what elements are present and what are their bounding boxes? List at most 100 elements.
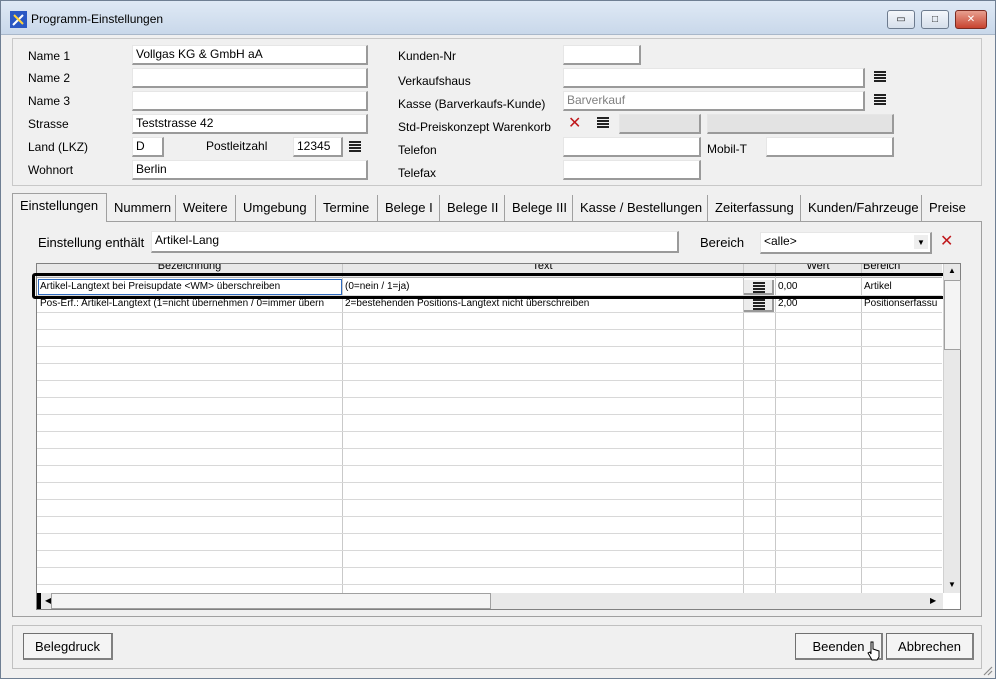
row-text: 2=bestehenden Positions-Langtext nicht ü… [345,298,590,309]
street-field[interactable]: Teststrasse 42 [132,114,368,134]
row-highlight-frame [32,273,947,299]
tab-zeiterfassung[interactable]: Zeiterfassung [708,195,801,221]
filter-contains-field[interactable]: Artikel-Lang [151,231,679,253]
row-wert[interactable]: 2,00 [778,298,858,309]
row-detail-button[interactable] [744,297,774,312]
name1-field[interactable]: Vollgas KG & GmbH aA [132,45,368,65]
empty-row [37,517,942,534]
empty-row [37,568,942,585]
tab-kunden-fahrzeuge[interactable]: Kunden/Fahrzeuge [801,195,922,221]
verkaufshaus-field[interactable] [563,68,865,88]
column-header-wert[interactable]: Wert [775,264,861,272]
bereich-label: Bereich [700,235,745,250]
close-icon: ✕ [966,14,976,25]
empty-row [37,398,942,415]
tab-belege-1[interactable]: Belege I [378,195,440,221]
minimize-button[interactable]: ▭ [887,10,915,29]
zip-lookup-icon[interactable] [349,141,361,153]
verkaufshaus-lookup-icon[interactable] [874,71,886,83]
empty-row [37,432,942,449]
empty-row [37,347,942,364]
empty-row [37,381,942,398]
mobil-field[interactable] [766,137,894,157]
kasse-field[interactable]: Barverkauf [563,91,865,111]
empty-row [37,483,942,500]
horizontal-scrollbar[interactable]: ◀ ▶ [37,593,943,609]
empty-row [37,551,942,568]
preiskonzept-lookup-icon[interactable] [597,117,609,129]
mobil-label: Mobil-T [707,142,748,156]
maximize-icon: □ [931,14,939,25]
vertical-scroll-thumb[interactable] [944,280,961,350]
kasse-lookup-icon[interactable] [874,94,886,106]
title-bar: Programm-Einstellungen ▭ □ ✕ [1,1,995,35]
zip-label: Postleitzahl [206,139,268,153]
city-label: Wohnort [28,163,74,177]
telefax-label: Telefax [398,166,437,180]
list-icon [753,299,765,311]
country-label: Land (LKZ) [28,140,89,154]
clear-filter-icon[interactable]: ✕ [940,234,953,250]
close-window-button[interactable]: ✕ [955,10,987,29]
filter-contains-label: Einstellung enthält [38,235,145,250]
name2-field[interactable] [132,68,368,88]
country-field[interactable]: D [132,137,164,157]
abbrechen-button[interactable]: Abbrechen [886,633,974,660]
empty-row [37,449,942,466]
tab-bar: Einstellungen Nummern Weitere Umgebung T… [12,193,982,222]
mouse-cursor-icon [867,641,880,661]
scroll-up-icon[interactable]: ▲ [948,266,956,275]
tab-termine[interactable]: Termine [316,195,378,221]
tab-kasse-bestellungen[interactable]: Kasse / Bestellungen [573,195,708,221]
minimize-icon: ▭ [896,14,906,25]
zip-field[interactable]: 12345 [293,137,343,157]
tab-belege-2[interactable]: Belege II [440,195,505,221]
empty-row [37,466,942,483]
column-header-text[interactable]: Text [342,264,743,272]
settings-grid: Bezeichnung Text Wert Bereich Artikel-La… [36,263,961,610]
telefon-field[interactable] [563,137,701,157]
tab-umgebung[interactable]: Umgebung [236,195,316,221]
row-bereich: Positionserfassu [864,298,938,309]
tab-preise[interactable]: Preise [922,195,980,221]
empty-row [37,364,942,381]
tab-weitere[interactable]: Weitere [176,195,236,221]
empty-row [37,313,942,330]
chevron-down-icon[interactable]: ▼ [914,235,928,249]
vertical-scrollbar[interactable]: ▲ ▼ [943,264,961,593]
maximize-button[interactable]: □ [921,10,949,29]
scroll-down-icon[interactable]: ▼ [948,580,956,589]
preiskonzept-code-field [619,114,701,134]
name2-label: Name 2 [28,71,71,85]
belegdruck-button[interactable]: Belegdruck [23,633,113,660]
horizontal-scroll-thumb[interactable] [51,593,491,609]
app-tools-icon [10,11,27,28]
bereich-select[interactable]: <alle> ▼ [760,232,932,254]
kundennr-field[interactable] [563,45,641,65]
settings-window: Programm-Einstellungen ▭ □ ✕ Name 1 Voll… [0,0,996,679]
city-field[interactable]: Berlin [132,160,368,180]
row-bezeichnung: Pos-Erf.: Artikel-Langtext (1=nicht über… [40,298,325,309]
empty-row [37,500,942,517]
tab-belege-3[interactable]: Belege III [505,195,573,221]
window-title: Programm-Einstellungen [31,12,164,26]
resize-grip-icon[interactable] [981,664,993,676]
name1-label: Name 1 [28,49,71,63]
telefax-field[interactable] [563,160,701,180]
bereich-select-value: <alle> [764,234,797,248]
empty-row [37,330,942,347]
telefon-label: Telefon [398,143,437,157]
kundennr-label: Kunden-Nr [398,49,457,63]
tab-einstellungen[interactable]: Einstellungen [12,193,107,222]
name3-field[interactable] [132,91,368,111]
column-header-bereich[interactable]: Bereich [861,264,941,272]
street-label: Strasse [28,117,69,131]
column-header-bezeichnung[interactable]: Bezeichnung [37,264,342,272]
tab-nummern[interactable]: Nummern [107,195,176,221]
verkaufshaus-label: Verkaufshaus [398,74,471,88]
row-marker [37,593,41,609]
scroll-right-icon[interactable]: ▶ [930,596,936,605]
clear-preiskonzept-icon[interactable]: ✕ [568,116,581,132]
preiskonzept-label: Std-Preiskonzept Warenkorb [398,120,551,134]
preiskonzept-name-field [707,114,894,134]
